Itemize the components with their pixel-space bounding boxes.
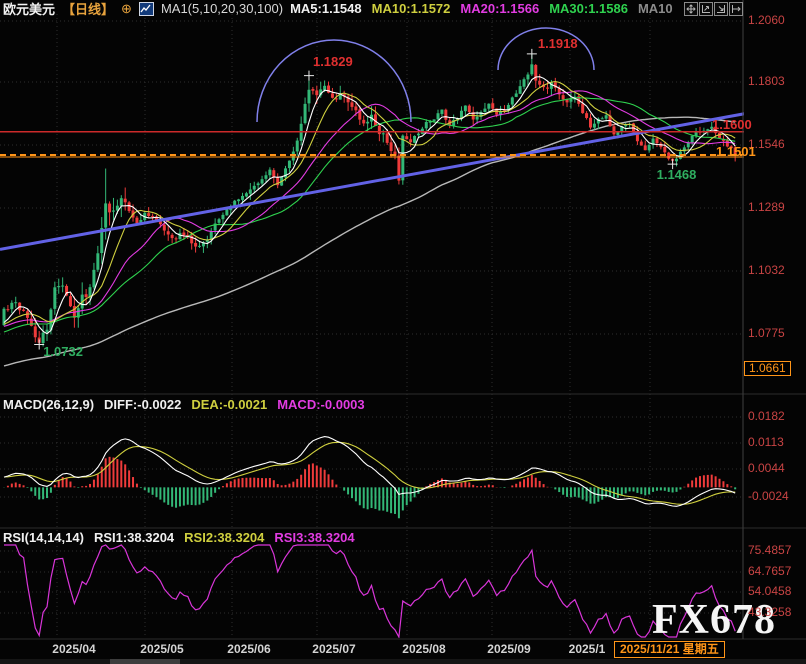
rsi-header: RSI(14,14,14) RSI1:38.3204 RSI2:38.3204 RSI… xyxy=(3,530,365,545)
rsi1-value: RSI1:38.3204 xyxy=(94,530,174,545)
rsi-axis-label: 75.4857 xyxy=(748,544,791,557)
pane-toggle-icon[interactable] xyxy=(729,2,743,16)
y-axis-label: 1.1032 xyxy=(748,264,785,277)
macd-diff-value: DIFF:-0.0022 xyxy=(104,397,181,412)
x-axis-month-label: 2025/06 xyxy=(216,643,282,656)
symbol-name: 欧元美元 xyxy=(3,0,55,18)
ma-value-label: MA20:1.1566 xyxy=(460,1,539,16)
y-axis-label: 1.1803 xyxy=(748,75,785,88)
chart-toolbar xyxy=(684,2,743,16)
y-axis-label: 1.2060 xyxy=(748,14,785,27)
ma-value-label: MA10 xyxy=(638,1,673,16)
ma-value-label: MA10:1.1572 xyxy=(372,1,451,16)
macd-axis-label: 0.0182 xyxy=(748,410,785,423)
macd-header: MACD(26,12,9) DIFF:-0.0022 DEA:-0.0021 MACD… xyxy=(3,397,375,412)
x-axis-month-label: 2025/09 xyxy=(476,643,542,656)
macd-title: MACD(26,12,9) xyxy=(3,397,94,412)
x-axis-month-label: 2025/1 xyxy=(554,643,620,656)
watermark: FX678 xyxy=(652,596,776,644)
date-box: 2025/11/21 星期五 xyxy=(614,641,725,658)
macd-dea-value: DEA:-0.0021 xyxy=(191,397,267,412)
chart-header: 欧元美元【日线】 ⊕ MA1(5,10,20,30,100) MA5:1.154… xyxy=(3,1,683,16)
ma-value-label: MA5:1.1548 xyxy=(290,1,362,16)
period-label[interactable]: 【日线】 xyxy=(62,0,114,18)
move-icon[interactable] xyxy=(684,2,698,16)
axis-zoom-right-icon[interactable] xyxy=(714,2,728,16)
x-axis-month-label: 2025/05 xyxy=(129,643,195,656)
scrollbar-track[interactable] xyxy=(0,659,806,664)
macd-axis-label: -0.0024 xyxy=(748,490,789,503)
range-min-label: 1.0661 xyxy=(744,361,791,376)
axis-zoom-left-icon[interactable] xyxy=(699,2,713,16)
rsi2-value: RSI2:38.3204 xyxy=(184,530,264,545)
macd-macd-value: MACD:-0.0003 xyxy=(277,397,364,412)
rsi-axis-label: 64.7657 xyxy=(748,565,791,578)
scrollbar-thumb[interactable] xyxy=(110,659,180,664)
rsi-title: RSI(14,14,14) xyxy=(3,530,84,545)
x-axis-month-label: 2025/07 xyxy=(301,643,367,656)
chart-canvas[interactable] xyxy=(0,0,806,664)
price-annotation: 1.1468 xyxy=(657,168,697,181)
rsi-axis-label: 43.3258 xyxy=(748,606,791,619)
chart-type-icon[interactable] xyxy=(139,2,154,16)
x-axis-month-label: 2025/04 xyxy=(41,643,107,656)
ma-value-label: MA30:1.1586 xyxy=(549,1,628,16)
expand-icon[interactable]: ⊕ xyxy=(121,1,132,17)
macd-axis-label: 0.0044 xyxy=(748,462,785,475)
chart-window: 欧元美元【日线】 ⊕ MA1(5,10,20,30,100) MA5:1.154… xyxy=(0,0,806,664)
price-annotation: 1.1829 xyxy=(313,55,353,68)
y-axis-label: 1.1289 xyxy=(748,201,785,214)
rsi3-value: RSI3:38.3204 xyxy=(274,530,354,545)
rsi-axis-label: 54.0458 xyxy=(748,585,791,598)
x-axis-month-label: 2025/08 xyxy=(391,643,457,656)
macd-axis-label: 0.0113 xyxy=(748,436,784,449)
hline-price-label: 1.1600 xyxy=(712,118,752,131)
ma-values: MA5:1.1548 MA10:1.1572 MA20:1.1566 MA30:1.1… xyxy=(290,1,683,16)
price-annotation: 1.0732 xyxy=(43,345,83,358)
ma-settings-label: MA1(5,10,20,30,100) xyxy=(161,1,283,16)
y-axis-label: 1.0775 xyxy=(748,327,785,340)
price-annotation: 1.1918 xyxy=(538,37,578,50)
last-price-label: 1.1501 xyxy=(716,145,756,158)
